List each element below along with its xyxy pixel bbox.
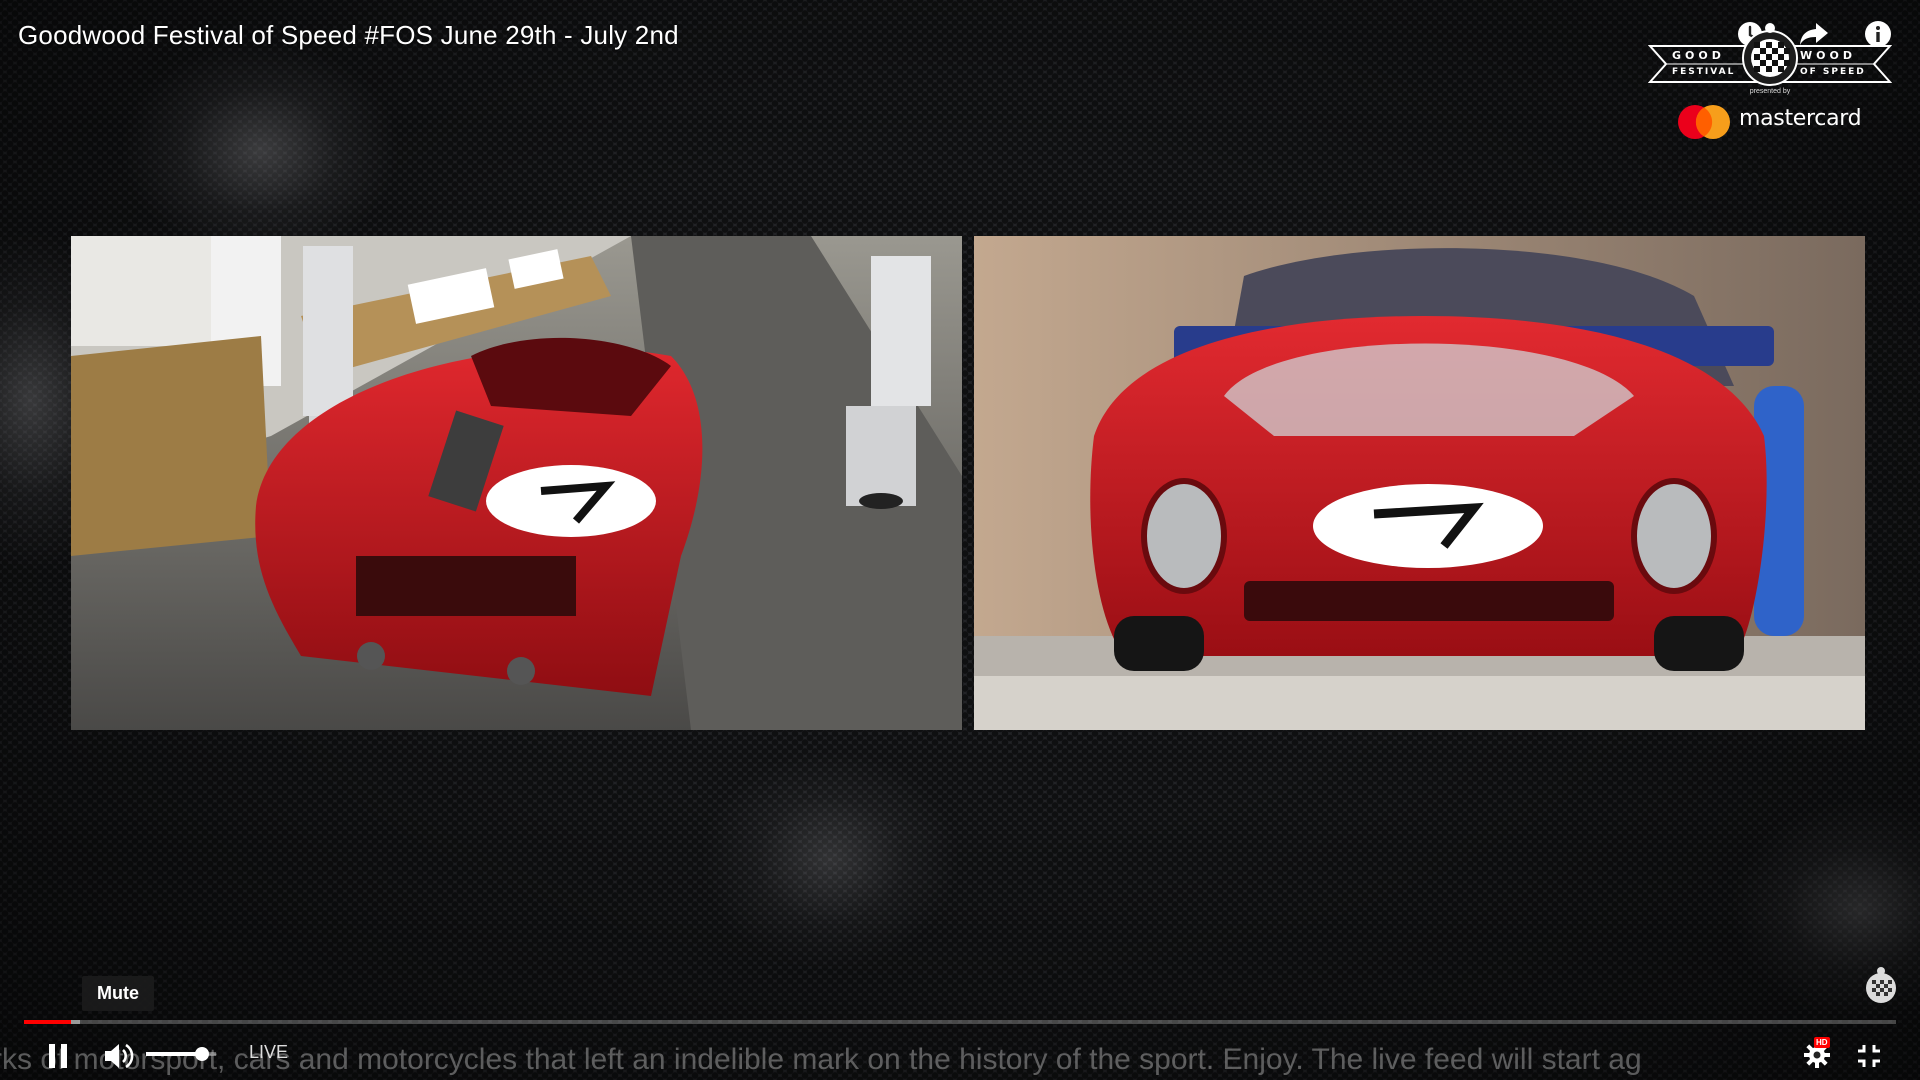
volume-level (146, 1052, 202, 1056)
logo-word-of-speed: OF SPEED (1800, 67, 1866, 77)
mute-tooltip: Mute (82, 976, 154, 1011)
video-title[interactable]: Goodwood Festival of Speed #FOS June 29t… (18, 20, 679, 51)
hd-badge: HD (1814, 1037, 1830, 1048)
car-rear-view-image (71, 236, 962, 730)
pause-button[interactable] (40, 1038, 76, 1074)
goodwood-badge-icon (1742, 23, 1798, 86)
live-indicator[interactable]: LIVE (249, 1042, 288, 1063)
mastercard-wordmark: mastercard (1739, 106, 1862, 131)
video-panel-left (71, 236, 962, 730)
logo-word-wood: WOOD (1800, 49, 1856, 62)
channel-watermark-icon[interactable] (1864, 966, 1898, 1006)
goodwood-logo: GOOD WOOD FESTIVAL OF SPEED presented by… (1648, 22, 1892, 142)
video-panel-right (974, 236, 1865, 730)
logo-word-festival: FESTIVAL (1672, 67, 1736, 77)
mute-button[interactable] (100, 1038, 138, 1074)
exit-fullscreen-button[interactable] (1850, 1038, 1888, 1074)
car-front-view-image (974, 236, 1865, 730)
pause-icon (49, 1044, 67, 1068)
settings-button[interactable]: HD (1798, 1037, 1838, 1074)
volume-slider[interactable] (146, 1047, 216, 1061)
mastercard-circles-icon (1678, 105, 1730, 139)
volume-icon (105, 1043, 134, 1069)
volume-slider-handle[interactable] (195, 1047, 209, 1061)
exit-fullscreen-icon (1858, 1045, 1880, 1067)
player-controls: LIVE HD (0, 1034, 1920, 1080)
presented-by-text: presented by (1749, 88, 1791, 95)
progress-bar[interactable] (24, 1020, 1896, 1024)
logo-word-good: GOOD (1672, 49, 1725, 62)
live-label: LIVE (249, 1042, 289, 1062)
